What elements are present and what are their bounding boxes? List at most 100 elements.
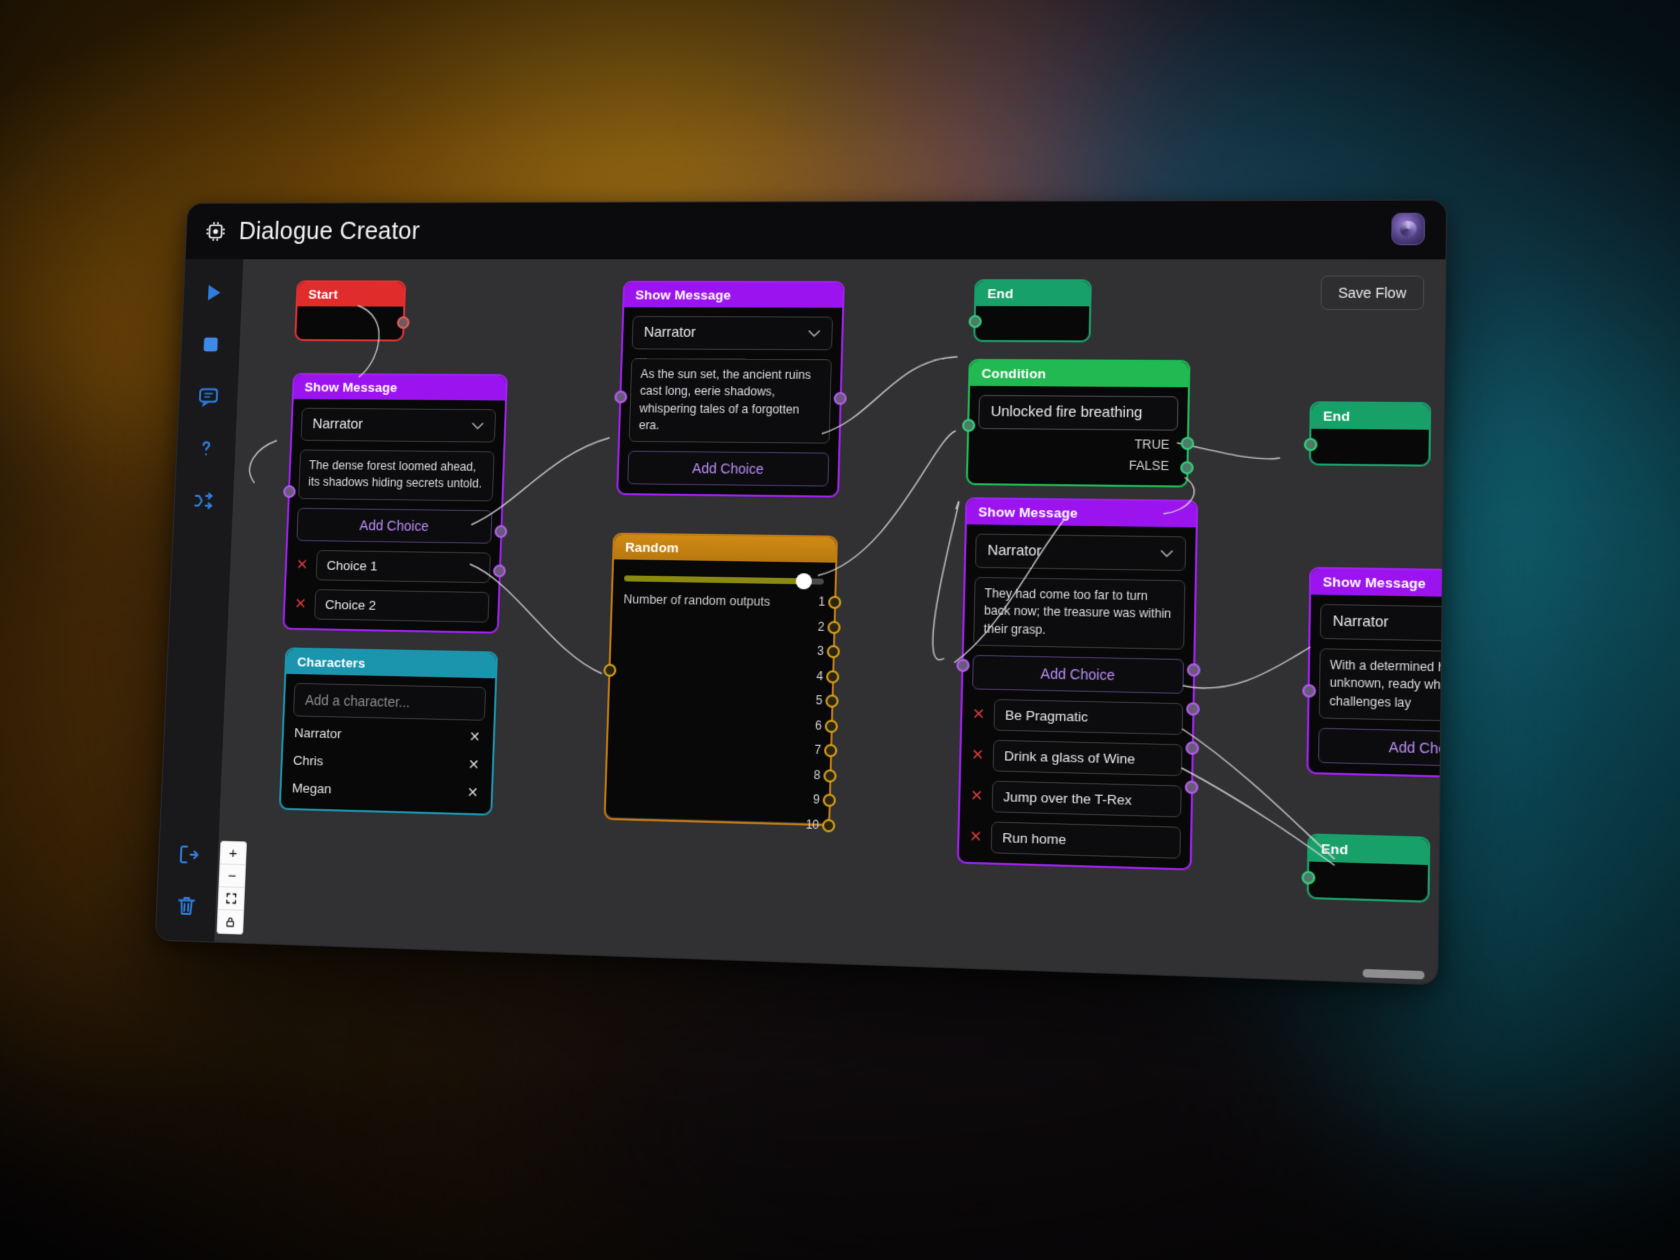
choice-row: ✕ Run home xyxy=(968,821,1181,859)
port-output[interactable] xyxy=(396,316,410,329)
remove-choice-icon[interactable]: ✕ xyxy=(970,746,985,764)
port-input[interactable] xyxy=(1302,684,1317,698)
message-text[interactable]: The dense forest loomed ahead, its shado… xyxy=(298,449,495,502)
play-icon[interactable] xyxy=(200,280,225,305)
speaker-select[interactable]: Narrator xyxy=(974,533,1187,572)
port-output-choice-2[interactable] xyxy=(1186,702,1200,716)
port-output-7[interactable] xyxy=(823,743,838,758)
port-output-choice-2[interactable] xyxy=(492,564,506,578)
square-icon[interactable] xyxy=(198,332,223,357)
speaker-select[interactable]: Narrator xyxy=(631,315,833,351)
node-show-message-2[interactable]: Show Message Narrator As the sun set, th… xyxy=(614,280,847,498)
port-output-8[interactable] xyxy=(823,768,837,783)
node-condition[interactable]: Condition Unlocked fire breathing TRUE F… xyxy=(961,358,1195,488)
random-output-label: 2 xyxy=(817,619,825,634)
choice-input[interactable]: Run home xyxy=(990,821,1181,859)
title-bar: Dialogue Creator xyxy=(185,200,1447,260)
choice-input[interactable]: Choice 1 xyxy=(315,549,491,583)
port-output-4[interactable] xyxy=(826,669,840,684)
choice-input[interactable]: Choice 2 xyxy=(314,588,490,623)
node-title: Show Message xyxy=(293,374,506,401)
random-output-7: 7 xyxy=(807,737,838,762)
chat-bubble-icon[interactable] xyxy=(196,384,221,409)
shuffle-icon[interactable] xyxy=(191,488,216,513)
character-name: Chris xyxy=(292,752,324,769)
remove-choice-icon[interactable]: ✕ xyxy=(295,556,309,573)
port-output-6[interactable] xyxy=(824,719,839,733)
message-text[interactable]: As the sun set, the ancient ruins cast l… xyxy=(628,358,832,444)
add-choice-button[interactable]: Add Choice xyxy=(972,654,1185,694)
port-output-3[interactable] xyxy=(826,644,841,659)
zoom-in-button[interactable]: + xyxy=(220,841,247,866)
node-body xyxy=(1310,428,1429,465)
port-output-9[interactable] xyxy=(822,793,837,808)
condition-true-label: TRUE xyxy=(1134,437,1170,452)
node-body xyxy=(296,306,404,340)
node-show-message-3[interactable]: Show Message Narrator They had come too … xyxy=(956,497,1201,871)
message-text[interactable]: With a determined heart, into the unknow… xyxy=(1318,648,1446,724)
lock-icon[interactable] xyxy=(217,910,243,934)
save-flow-button[interactable]: Save Flow xyxy=(1320,275,1425,311)
random-output-4: 4 xyxy=(809,663,840,688)
port-output-choice-4[interactable] xyxy=(1184,780,1199,795)
node-characters[interactable]: Characters Add a character... Narrator ✕… xyxy=(278,647,499,816)
node-title: Start xyxy=(297,282,405,307)
random-output-slider[interactable] xyxy=(624,570,824,590)
zoom-out-button[interactable]: − xyxy=(219,864,246,888)
port-output-choice-1[interactable] xyxy=(1186,663,1201,677)
question-mark-icon[interactable] xyxy=(194,436,219,461)
message-text[interactable]: They had come too far to turn back now; … xyxy=(973,576,1186,650)
node-show-message-4[interactable]: Show Message Narrator With a determined … xyxy=(1302,566,1446,781)
add-choice-button[interactable]: Add Choice xyxy=(296,507,493,544)
random-output-label: 6 xyxy=(814,718,823,733)
flow-canvas[interactable]: Save Flow Start Show Message Narrator Th… xyxy=(214,259,1446,986)
node-end-2[interactable]: End xyxy=(1303,401,1432,467)
condition-expression-input[interactable]: Unlocked fire breathing xyxy=(978,394,1179,431)
screenshot-stage: Dialogue Creator Save Flow Start Show Me… xyxy=(0,0,1680,1260)
node-title: Show Message xyxy=(966,499,1197,528)
speaker-select[interactable]: Narrator xyxy=(1319,603,1446,643)
remove-choice-icon[interactable]: ✕ xyxy=(969,787,984,805)
character-name: Megan xyxy=(291,780,332,797)
remove-character-icon[interactable]: ✕ xyxy=(467,784,479,801)
port-output-5[interactable] xyxy=(825,694,839,708)
avatar[interactable] xyxy=(1391,212,1426,246)
port-output-2[interactable] xyxy=(827,620,841,634)
remove-character-icon[interactable]: ✕ xyxy=(469,728,481,745)
random-output-8: 8 xyxy=(807,762,837,787)
port-output-false[interactable] xyxy=(1180,461,1194,475)
node-body: Number of random outputs xyxy=(605,559,836,824)
node-end-1[interactable]: End xyxy=(968,279,1092,343)
remove-choice-icon[interactable]: ✕ xyxy=(294,595,308,612)
remove-choice-icon[interactable]: ✕ xyxy=(971,706,986,724)
node-body: Add a character... Narrator ✕ Chris ✕ Me… xyxy=(280,673,496,814)
node-show-message-1[interactable]: Show Message Narrator The dense forest l… xyxy=(282,372,508,634)
port-output-10[interactable] xyxy=(821,818,836,832)
choice-input[interactable]: Drink a glass of Wine xyxy=(992,739,1183,777)
choice-input[interactable]: Be Pragmatic xyxy=(993,699,1184,735)
add-choice-button[interactable]: Add Choice xyxy=(627,451,830,487)
export-icon[interactable] xyxy=(176,841,202,867)
chevron-down-icon xyxy=(471,422,484,430)
port-input[interactable] xyxy=(1301,870,1316,885)
add-character-input[interactable]: Add a character... xyxy=(293,682,487,721)
node-random[interactable]: Random Number of random outputs 1 2 3 4 5 6 7 8… xyxy=(603,532,842,832)
node-start[interactable]: Start xyxy=(294,280,410,342)
port-output-1[interactable] xyxy=(828,595,842,610)
remove-choice-icon[interactable]: ✕ xyxy=(968,828,983,846)
port-output-choice-1[interactable] xyxy=(494,525,508,539)
random-output-6: 6 xyxy=(808,713,839,738)
choice-input[interactable]: Jump over the T-Rex xyxy=(991,780,1182,818)
trash-icon[interactable] xyxy=(174,893,200,920)
horizontal-scrollbar[interactable] xyxy=(1362,968,1425,980)
speaker-select[interactable]: Narrator xyxy=(300,407,497,443)
port-output[interactable] xyxy=(833,391,847,405)
fit-view-icon[interactable] xyxy=(218,887,245,911)
node-body: Narrator As the sun set, the ancient rui… xyxy=(618,307,843,496)
remove-character-icon[interactable]: ✕ xyxy=(468,756,480,773)
node-end-3[interactable]: End xyxy=(1301,833,1431,903)
add-choice-button[interactable]: Add Choice xyxy=(1318,727,1446,769)
port-output-choice-3[interactable] xyxy=(1185,741,1200,755)
node-body: Narrator They had come too far to turn b… xyxy=(958,524,1196,869)
port-output-true[interactable] xyxy=(1180,436,1195,451)
